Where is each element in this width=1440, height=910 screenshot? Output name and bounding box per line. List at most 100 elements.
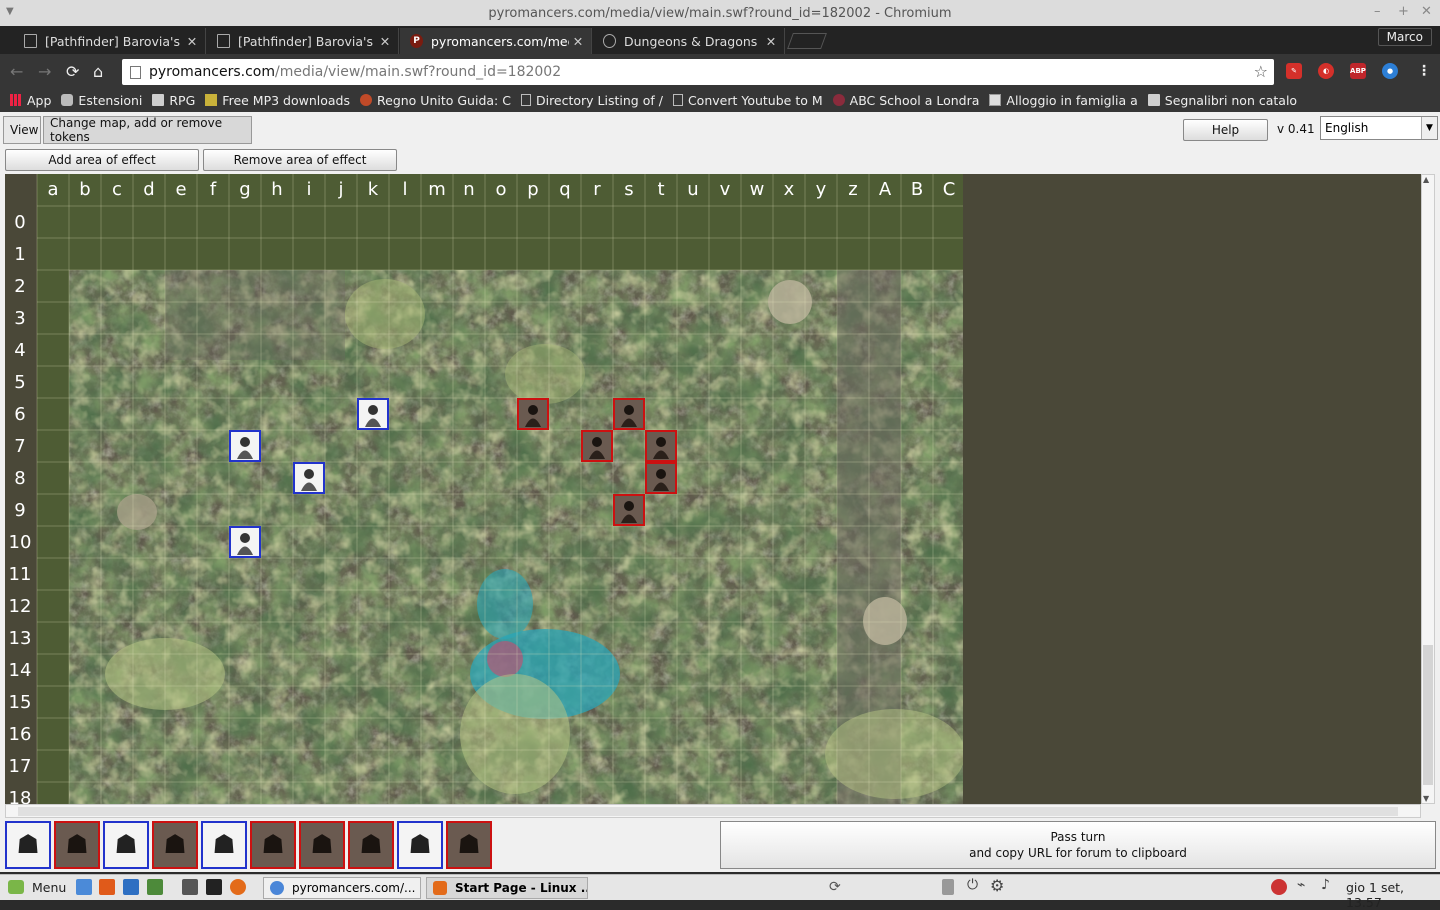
browser-tab-2[interactable]: [Pathfinder] Barovia's M ✕: [207, 28, 399, 54]
language-select[interactable]: English ▼: [1320, 116, 1438, 140]
row-header: 1: [14, 244, 25, 265]
bookmark-regno-unito[interactable]: Regno Unito Guida: C: [360, 93, 511, 108]
token-figure-icon: [240, 437, 250, 447]
menu-kebab-icon[interactable]: ⋮: [1416, 63, 1432, 79]
adblock-icon[interactable]: ABP: [1350, 63, 1366, 79]
file-manager-icon[interactable]: [76, 879, 92, 895]
home-icon[interactable]: ⌂: [93, 62, 103, 81]
enemy-token[interactable]: [613, 494, 645, 526]
start-menu-button[interactable]: Menu: [32, 880, 66, 895]
puzzle-icon: [61, 94, 74, 106]
browser-tab-1[interactable]: [Pathfinder] Barovia's M ✕: [14, 28, 206, 54]
taskbar-window-startpage[interactable]: Start Page - Linux ...: [426, 877, 588, 899]
close-tab-icon[interactable]: ✕: [569, 34, 587, 49]
initiative-player-token[interactable]: ☗: [5, 821, 51, 869]
pass-turn-button[interactable]: Pass turn and copy URL for forum to clip…: [720, 821, 1436, 869]
initiative-player-token[interactable]: ☗: [103, 821, 149, 869]
forward-arrow-icon[interactable]: →: [38, 62, 51, 81]
app-launcher-icon[interactable]: [99, 879, 115, 895]
scroll-up-icon[interactable]: ▲: [1423, 175, 1429, 184]
url-host: pyromancers.com: [149, 64, 275, 80]
scroll-down-icon[interactable]: ▼: [1423, 794, 1429, 803]
bookmark-alloggio[interactable]: Alloggio in famiglia a: [989, 93, 1138, 108]
writer-icon[interactable]: [123, 879, 139, 895]
enemy-token[interactable]: [613, 398, 645, 430]
row-header: 4: [14, 340, 25, 361]
initiative-enemy-token[interactable]: ☗: [152, 821, 198, 869]
clock[interactable]: gio 1 set, 13.57: [1346, 880, 1440, 910]
sync-icon[interactable]: ⟳: [829, 879, 841, 895]
volume-icon[interactable]: ♪: [1321, 877, 1337, 893]
close-window-button[interactable]: ✕: [1421, 4, 1432, 19]
bookmark-convert-youtube[interactable]: Convert Youtube to M: [672, 93, 823, 108]
player-token[interactable]: [293, 462, 325, 494]
taskbar-window-chromium[interactable]: pyromancers.com/...: [263, 877, 421, 899]
close-tab-icon[interactable]: ✕: [183, 34, 201, 49]
help-button[interactable]: Help: [1183, 119, 1268, 141]
maximize-button[interactable]: +: [1398, 4, 1409, 19]
initiative-enemy-token[interactable]: ☗: [446, 821, 492, 869]
bookmark-estensioni[interactable]: Estensioni: [61, 93, 142, 108]
map-viewport[interactable]: abcdefghijklmnopqrstuvwxyzABC 0123456789…: [5, 174, 1421, 804]
initiative-enemy-token[interactable]: ☗: [54, 821, 100, 869]
tab-view[interactable]: View: [3, 116, 41, 144]
chevron-down-icon: ▼: [1421, 117, 1437, 139]
bookmark-app[interactable]: App: [10, 93, 51, 108]
window-menu-icon[interactable]: ▼: [6, 6, 14, 17]
settings-gear-icon[interactable]: ⚙: [990, 876, 1006, 895]
firefox-icon[interactable]: [230, 879, 246, 895]
bookmark-abc-school[interactable]: ABC School a Londra: [832, 93, 979, 108]
bookmark-rpg[interactable]: RPG: [152, 93, 195, 108]
reload-icon[interactable]: ⟳: [66, 62, 79, 81]
calc-icon[interactable]: [147, 879, 163, 895]
player-token[interactable]: [229, 526, 261, 558]
browser-tab-3[interactable]: P pyromancers.com/med ✕: [400, 28, 592, 54]
map-vertical-scrollbar[interactable]: ▲ ▼: [1421, 174, 1435, 804]
token-figure-icon: ☗: [310, 830, 334, 860]
bookmark-free-mp3[interactable]: Free MP3 downloads: [205, 93, 350, 108]
initiative-enemy-token[interactable]: ☗: [348, 821, 394, 869]
enemy-token[interactable]: [581, 430, 613, 462]
bookmark-segnalibri[interactable]: Segnalibri non catalo: [1147, 93, 1297, 108]
profile-button[interactable]: Marco: [1377, 28, 1432, 46]
token-figure-icon: [240, 533, 250, 543]
extension-red-icon[interactable]: ✎: [1286, 63, 1302, 79]
enemy-token[interactable]: [645, 462, 677, 494]
player-token[interactable]: [357, 398, 389, 430]
new-tab-button[interactable]: [787, 33, 827, 49]
network-icon[interactable]: ⌁: [1297, 877, 1313, 893]
close-tab-icon[interactable]: ✕: [376, 34, 394, 49]
show-desktop-icon[interactable]: [182, 879, 198, 895]
back-arrow-icon[interactable]: ←: [10, 62, 23, 81]
browser-tab-4[interactable]: Dungeons & Dragons D ✕: [593, 28, 785, 54]
extension-shield-icon[interactable]: ◐: [1318, 63, 1334, 79]
trash-icon[interactable]: [942, 879, 954, 895]
initiative-enemy-token[interactable]: ☗: [299, 821, 345, 869]
terminal-icon[interactable]: [206, 879, 222, 895]
extension-blue-icon[interactable]: ●: [1382, 63, 1398, 79]
initiative-enemy-token[interactable]: ☗: [250, 821, 296, 869]
player-token[interactable]: [229, 430, 261, 462]
page-info-icon[interactable]: [130, 65, 141, 79]
token-figure-icon: [624, 405, 634, 415]
bookmark-star-icon[interactable]: ☆: [1254, 62, 1268, 81]
close-tab-icon[interactable]: ✕: [762, 34, 780, 49]
minimize-button[interactable]: –: [1374, 4, 1381, 19]
initiative-player-token[interactable]: ☗: [397, 821, 443, 869]
mint-logo-icon[interactable]: [8, 880, 24, 894]
tab-change-map[interactable]: Change map, add or remove tokens: [43, 116, 252, 144]
power-icon[interactable]: ⏻: [967, 877, 983, 893]
enemy-token[interactable]: [645, 430, 677, 462]
scroll-thumb[interactable]: [1423, 645, 1433, 785]
remove-area-of-effect-button[interactable]: Remove area of effect: [203, 149, 397, 171]
add-area-of-effect-button[interactable]: Add area of effect: [5, 149, 199, 171]
address-bar[interactable]: pyromancers.com/media/view/main.swf?roun…: [122, 59, 1274, 85]
scroll-thumb[interactable]: [18, 807, 1398, 816]
folder-icon: [152, 94, 165, 106]
initiative-player-token[interactable]: ☗: [201, 821, 247, 869]
security-shield-icon[interactable]: [1271, 879, 1287, 895]
enemy-token[interactable]: [517, 398, 549, 430]
bookmark-directory-listing[interactable]: Directory Listing of /: [520, 93, 663, 108]
battle-map[interactable]: abcdefghijklmnopqrstuvwxyzABC 0123456789…: [5, 174, 963, 804]
map-horizontal-scrollbar[interactable]: [5, 804, 1421, 818]
